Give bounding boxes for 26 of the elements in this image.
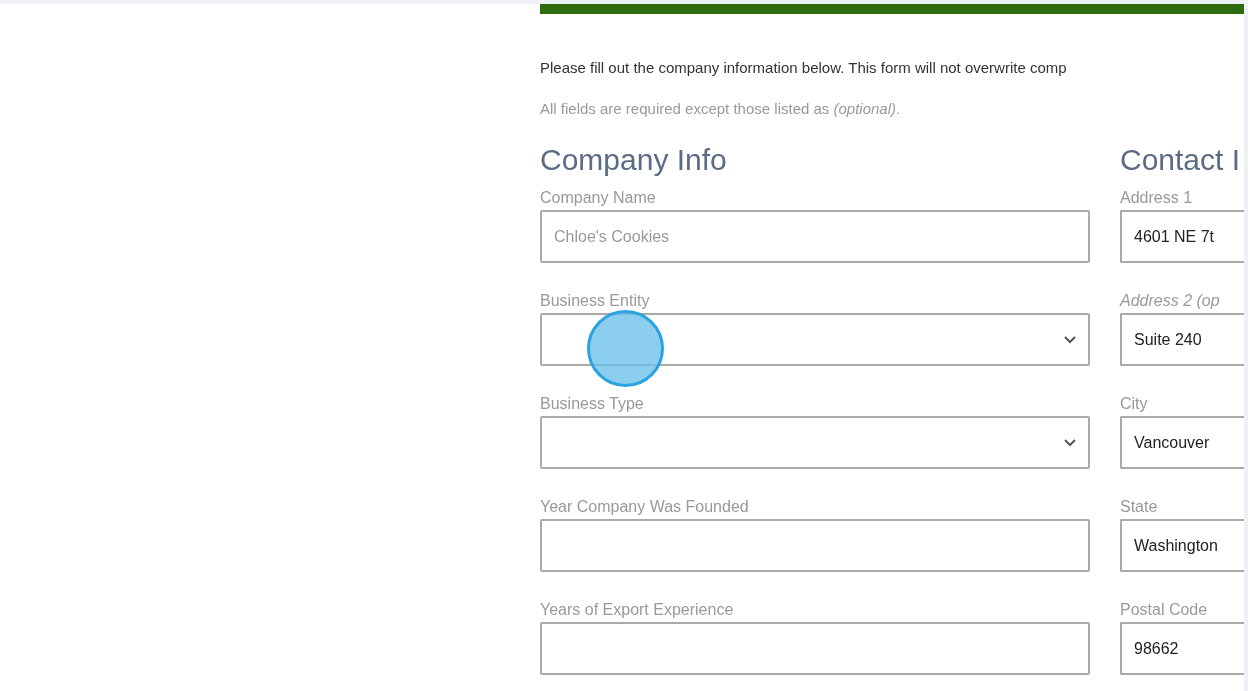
field-label: Postal Code [1120, 600, 1209, 620]
input-field[interactable]: Washington [1120, 519, 1244, 572]
input-field[interactable]: 4601 NE 7t [1120, 210, 1244, 263]
input-field[interactable] [540, 622, 1090, 675]
field-label: Company Name [540, 188, 657, 208]
field-label: Years of Export Experience [540, 600, 735, 620]
input-field[interactable] [540, 519, 1090, 572]
field-label: Business Entity [540, 291, 651, 311]
required-note: All fields are required except those listed as (optional). [540, 98, 902, 119]
intro-text: Please fill out the company information below. This form will not overwrite comp [540, 58, 1068, 78]
select-field[interactable] [540, 416, 1090, 469]
field-label: Address 1 [1120, 188, 1194, 208]
input-field[interactable]: Suite 240 [1120, 313, 1244, 366]
field-label: Year Company Was Founded [540, 497, 750, 517]
field-label: City [1120, 394, 1149, 414]
select-field[interactable] [540, 313, 1090, 366]
field-label: Business Type [540, 394, 645, 414]
input-field[interactable]: Chloe's Cookies [540, 210, 1090, 263]
input-field[interactable]: 98662 [1120, 622, 1244, 675]
chevron-down-icon [1064, 438, 1076, 447]
input-field[interactable]: Vancouver [1120, 416, 1244, 469]
section-heading: Contact I [1120, 142, 1242, 178]
chevron-down-icon [1064, 335, 1076, 344]
field-label: State [1120, 497, 1159, 517]
section-heading: Company Info [540, 142, 728, 178]
field-label: Address 2 (op [1120, 291, 1221, 311]
